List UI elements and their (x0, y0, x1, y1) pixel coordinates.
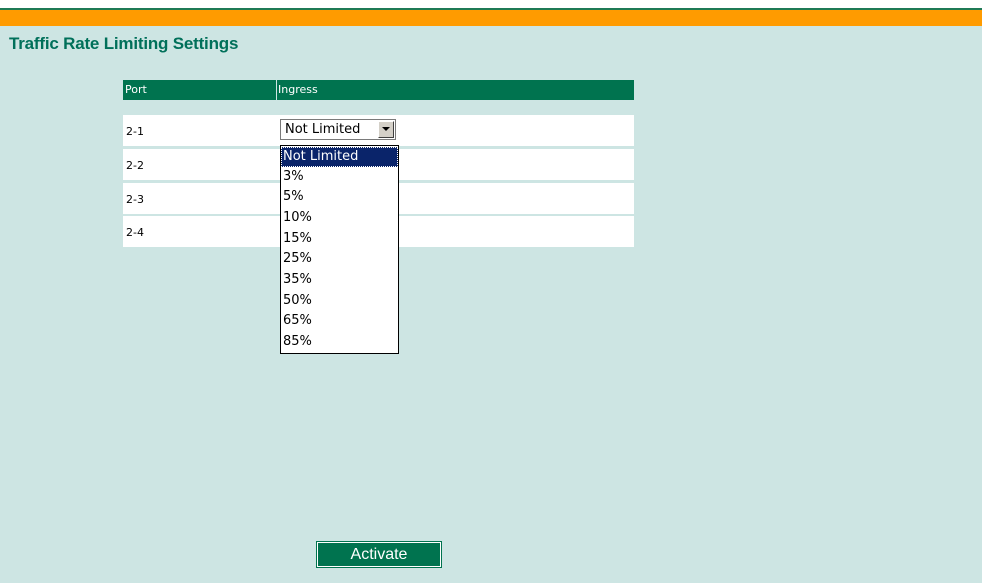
column-header-ingress: Ingress (278, 83, 318, 96)
dropdown-option-85[interactable]: 85% (281, 332, 398, 352)
chevron-down-icon[interactable] (378, 121, 394, 138)
dropdown-option-50[interactable]: 50% (281, 291, 398, 311)
ingress-dropdown-list[interactable]: Not Limited 3% 5% 10% 15% 25% 35% 50% 65… (280, 145, 399, 354)
dropdown-option-15[interactable]: 15% (281, 229, 398, 249)
table-header: Port Ingress (123, 80, 634, 100)
column-header-port: Port (125, 83, 147, 96)
dropdown-option-65[interactable]: 65% (281, 311, 398, 331)
dropdown-option-10[interactable]: 10% (281, 208, 398, 228)
dropdown-option-25[interactable]: 25% (281, 249, 398, 269)
dropdown-option-5[interactable]: 5% (281, 187, 398, 207)
port-label: 2-3 (126, 193, 144, 206)
page-title: Traffic Rate Limiting Settings (9, 34, 239, 53)
ingress-select-2-1[interactable]: Not Limited (280, 119, 396, 140)
port-label: 2-4 (126, 226, 144, 239)
ingress-select-value: Not Limited (285, 122, 361, 137)
port-label: 2-2 (126, 159, 144, 172)
column-divider (276, 80, 277, 100)
port-label: 2-1 (126, 125, 144, 138)
dropdown-option-3[interactable]: 3% (281, 167, 398, 187)
top-white-strip (0, 0, 982, 8)
header-orange-bar (0, 10, 982, 26)
dropdown-option-35[interactable]: 35% (281, 270, 398, 290)
activate-button[interactable]: Activate (316, 541, 442, 568)
dropdown-option-not-limited[interactable]: Not Limited (281, 147, 398, 167)
